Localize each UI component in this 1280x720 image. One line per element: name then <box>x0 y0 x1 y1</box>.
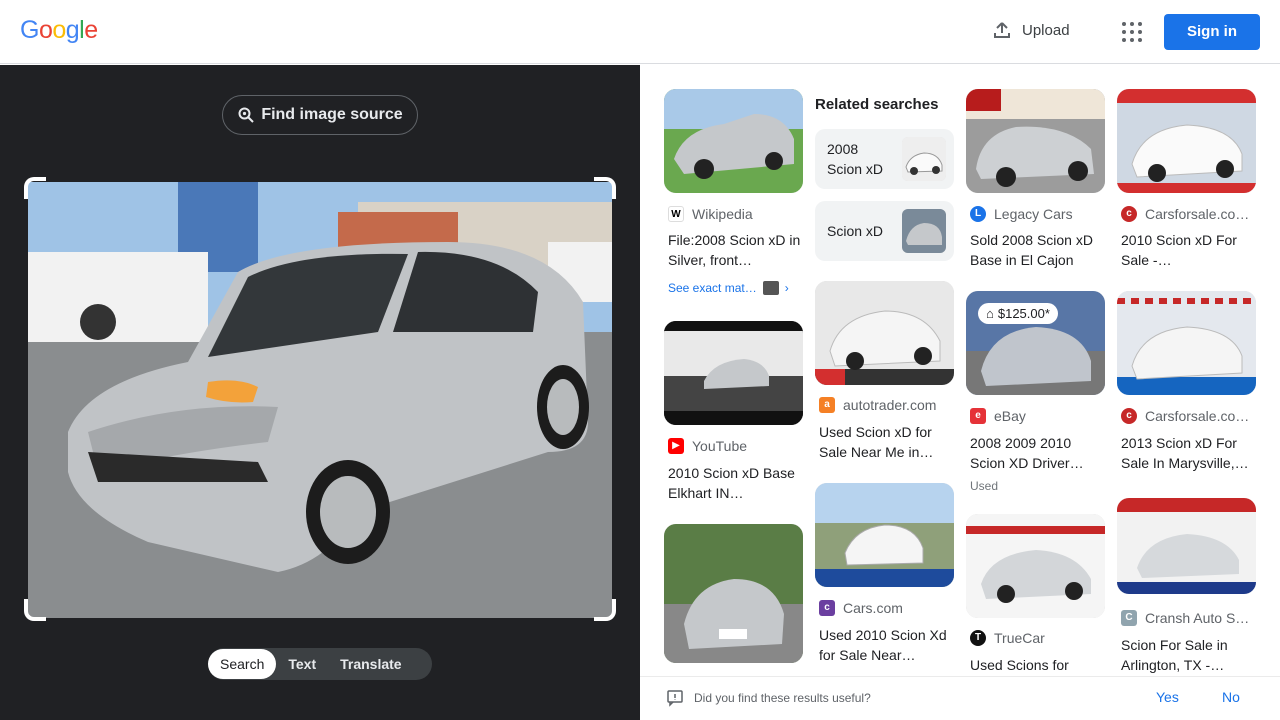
related-searches-title: Related searches <box>815 96 939 113</box>
result-title[interactable]: 2013 Scion xD For Sale In Marysville,… <box>1121 433 1261 473</box>
ebay-icon: e <box>970 408 986 424</box>
result-title[interactable]: Used Scion xD for Sale Near Me in… <box>819 422 959 462</box>
legacy-cars-icon: L <box>970 206 986 222</box>
feedback-icon <box>667 690 683 707</box>
carsforsale-icon: c <box>1121 206 1137 222</box>
crop-corner-top-left[interactable] <box>24 177 46 199</box>
result-thumbnail[interactable] <box>1117 89 1256 193</box>
find-image-source-button[interactable]: Find image source <box>222 95 418 135</box>
upload-icon <box>994 22 1010 38</box>
result-title[interactable]: Used Scions for <box>970 655 1110 675</box>
result-title[interactable]: 2010 Scion xD For Sale -… <box>1121 230 1261 270</box>
crop-corner-bottom-right[interactable] <box>594 599 616 621</box>
result-thumbnail[interactable]: ⌂ $125.00* <box>966 291 1105 395</box>
mode-switcher: Search Text Translate <box>208 648 432 680</box>
apps-grid-icon[interactable] <box>1120 20 1144 44</box>
tab-text[interactable]: Text <box>276 649 328 679</box>
result-source[interactable]: L Legacy Cars <box>970 206 1073 222</box>
related-search-chip[interactable]: 2008 Scion xD <box>815 129 954 189</box>
related-search-chip[interactable]: Scion xD <box>815 201 954 261</box>
feedback-yes-button[interactable]: Yes <box>1156 689 1179 705</box>
result-thumbnail[interactable] <box>815 483 954 587</box>
sign-in-button[interactable]: Sign in <box>1164 14 1260 50</box>
result-thumbnail[interactable] <box>664 89 803 193</box>
result-source[interactable]: c Carsforsale.co… <box>1121 408 1249 424</box>
result-source[interactable]: W Wikipedia <box>668 206 753 222</box>
crop-corner-bottom-left[interactable] <box>24 599 46 621</box>
autotrader-icon: a <box>819 397 835 413</box>
related-search-thumbnail <box>902 209 946 253</box>
result-title[interactable]: Sold 2008 Scion xD Base in El Cajon <box>970 230 1110 270</box>
result-thumbnail[interactable] <box>1117 291 1256 395</box>
cars-com-icon: c <box>819 600 835 616</box>
query-image[interactable] <box>28 182 612 618</box>
result-thumbnail[interactable] <box>664 524 803 663</box>
truecar-icon: T <box>970 630 986 646</box>
see-exact-matches-link[interactable]: See exact mat… › <box>668 281 789 295</box>
result-title[interactable]: 2010 Scion xD Base Elkhart IN… <box>668 463 808 503</box>
result-source[interactable]: a autotrader.com <box>819 397 936 413</box>
result-thumbnail[interactable] <box>966 514 1105 618</box>
result-thumbnail[interactable] <box>966 89 1105 193</box>
result-title[interactable]: 2008 2009 2010 Scion XD Driver… <box>970 433 1110 473</box>
result-source[interactable]: C Cransh Auto S… <box>1121 610 1249 626</box>
result-condition: Used <box>970 479 999 493</box>
lens-search-icon <box>238 107 255 123</box>
result-source[interactable]: c Cars.com <box>819 600 903 616</box>
feedback-question: Did you find these results useful? <box>666 689 871 707</box>
feedback-no-button[interactable]: No <box>1222 689 1240 705</box>
result-source[interactable]: c Carsforsale.co… <box>1121 206 1249 222</box>
wikipedia-icon: W <box>668 206 684 222</box>
carsforsale-icon: c <box>1121 408 1137 424</box>
result-source[interactable]: T TrueCar <box>970 630 1045 646</box>
related-search-thumbnail <box>902 137 946 181</box>
result-title[interactable]: Used 2010 Scion Xd for Sale Near… <box>819 625 959 665</box>
tab-translate[interactable]: Translate <box>328 649 413 679</box>
feedback-bar: Did you find these results useful? Yes N… <box>640 676 1280 720</box>
exact-match-thumbnail <box>762 281 779 295</box>
youtube-icon: ▶ <box>668 438 684 454</box>
result-title[interactable]: File:2008 Scion xD in Silver, front… <box>668 230 808 270</box>
tab-search[interactable]: Search <box>208 649 277 679</box>
upload-button[interactable]: Upload <box>992 20 1070 40</box>
crop-corner-top-right[interactable] <box>594 177 616 199</box>
result-title[interactable]: Scion For Sale in Arlington, TX -… <box>1121 635 1261 675</box>
find-image-source-label: Find image source <box>261 106 403 123</box>
result-thumbnail[interactable] <box>1117 498 1256 594</box>
price-badge: ⌂ $125.00* <box>978 303 1058 324</box>
results-panel: W Wikipedia File:2008 Scion xD in Silver… <box>640 65 1280 720</box>
result-source[interactable]: ▶ YouTube <box>668 438 747 454</box>
top-bar: Google Upload Sign in <box>0 0 1280 64</box>
result-thumbnail[interactable] <box>664 321 803 425</box>
chevron-right-icon: › <box>784 281 789 295</box>
price-tag-icon: ⌂ <box>986 306 994 321</box>
result-thumbnail[interactable] <box>815 281 954 385</box>
upload-label: Upload <box>1022 21 1070 39</box>
result-source[interactable]: e eBay <box>970 408 1026 424</box>
query-image-panel: Find image source Search Text Translate <box>0 65 640 720</box>
google-logo[interactable]: Google <box>20 16 98 45</box>
cransh-auto-icon: C <box>1121 610 1137 626</box>
